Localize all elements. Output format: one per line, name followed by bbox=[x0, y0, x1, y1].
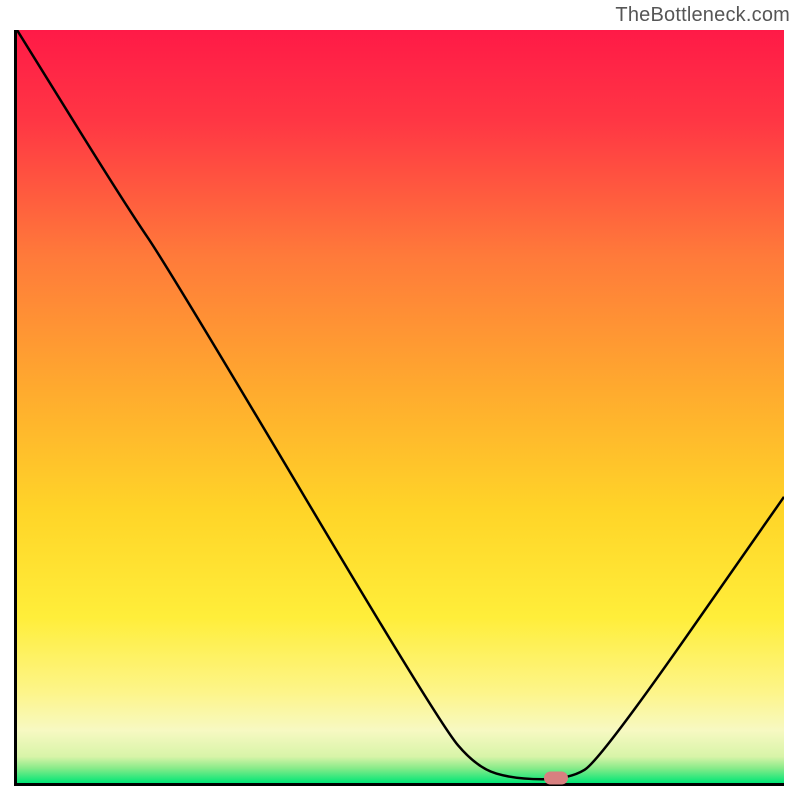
bottleneck-curve bbox=[17, 30, 784, 783]
optimal-point-marker bbox=[544, 771, 568, 784]
watermark-text: TheBottleneck.com bbox=[615, 4, 790, 27]
chart-plot-area bbox=[14, 30, 784, 786]
